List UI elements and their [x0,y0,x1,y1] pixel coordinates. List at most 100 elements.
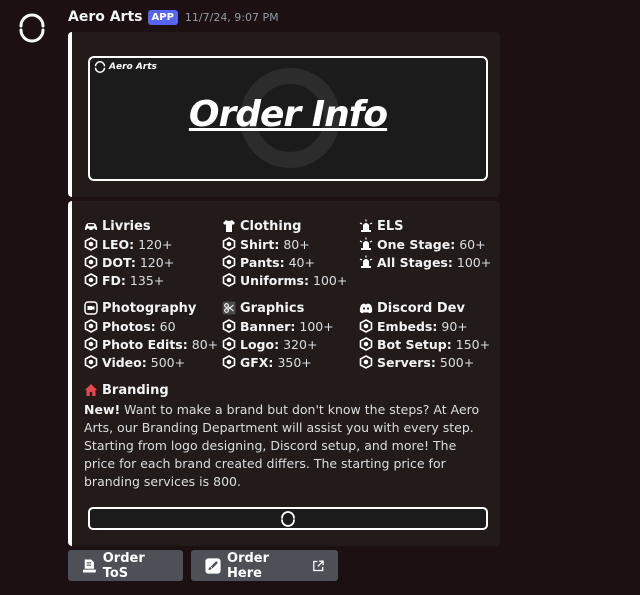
hexagon-bullet-icon [222,319,236,333]
order-here-button[interactable]: Order Here [191,550,338,581]
aero-ring-icon[interactable] [16,12,48,44]
banner-logo: Aero Arts [94,61,157,73]
hexagon-bullet-icon [222,337,236,351]
price-label: LEO: [102,236,135,252]
message-header: Aero Arts APP 11/7/24, 9:07 PM [68,9,279,25]
section-photography: Photography Photos: 60 Photo Edits: 80+ … [84,299,224,371]
section-header: Photography [84,299,224,317]
section-clothing: Clothing Shirt: 80+ Pants: 40+ Uniforms:… [222,217,362,289]
external-link-icon [312,559,324,571]
price-value: 500+ [150,354,186,370]
price-embed: Livries LEO: 120+ DOT: 120+ FD: 135+ Clot… [68,201,500,546]
section-header: Branding [84,381,484,399]
price-line: Bot Setup: 150+ [359,335,499,353]
price-label: One Stage: [377,236,456,252]
price-line: All Stages: 100+ [359,253,499,271]
camera-icon [84,301,98,315]
section-header: Livries [84,217,224,235]
price-value: 100+ [299,318,334,334]
hexagon-bullet-icon [84,255,98,269]
price-line: GFX: 350+ [222,353,362,371]
price-value: 80+ [191,336,219,352]
discord-icon [359,303,373,314]
price-line: Shirt: 80+ [222,235,362,253]
section-livries: Livries LEO: 120+ DOT: 120+ FD: 135+ [84,217,224,289]
price-label: DOT: [102,254,136,270]
section-title: Livries [102,218,151,234]
price-value: 150+ [455,336,491,352]
section-title: Branding [102,382,169,398]
price-label: Photo Edits: [102,336,188,352]
hexagon-bullet-icon [84,355,98,369]
banner-embed: Aero Arts Order Info [68,32,500,197]
section-header: Graphics [222,299,362,317]
price-value: 80+ [283,236,310,252]
siren-icon [359,255,373,268]
section-title: Graphics [240,300,305,316]
price-line: Logo: 320+ [222,335,362,353]
hexagon-bullet-icon [359,319,373,333]
price-value: 135+ [129,272,165,288]
price-value: 500+ [439,354,475,370]
section-graphics: Graphics Banner: 100+ Logo: 320+ GFX: 35… [222,299,362,371]
hexagon-bullet-icon [222,273,236,287]
hexagon-bullet-icon [222,355,236,369]
price-label: Uniforms: [240,272,309,288]
price-line: Banner: 100+ [222,317,362,335]
price-label: Banner: [240,318,296,334]
price-label: Video: [102,354,147,370]
banner-logo-text: Aero Arts [109,62,157,72]
price-value: 40+ [288,254,315,270]
hexagon-bullet-icon [222,237,236,251]
order-tos-label: Order ToS [102,550,145,581]
aero-ring-icon [94,61,106,73]
author-name[interactable]: Aero Arts [68,9,143,25]
siren-icon [359,219,373,232]
section-title: Clothing [240,218,302,234]
price-label: Logo: [240,336,280,352]
price-value: 60 [159,318,176,334]
hexagon-bullet-icon [84,319,98,333]
house-icon [85,384,97,396]
order-tos-button[interactable]: Order ToS [68,550,183,581]
price-value: 120+ [138,236,173,252]
price-line: Video: 500+ [84,353,224,371]
siren-icon [359,237,373,250]
price-value: 320+ [283,336,318,352]
section-discord-dev: Discord Dev Embeds: 90+ Bot Setup: 150+ … [359,299,499,371]
hexagon-bullet-icon [84,237,98,251]
hexagon-bullet-icon [359,355,373,369]
price-label: Pants: [240,254,285,270]
price-value: 60+ [459,236,486,252]
section-header: ELS [359,217,499,235]
section-title: ELS [377,218,404,234]
timestamp: 11/7/24, 9:07 PM [184,10,279,24]
branding-description: New! Want to make a brand but don't know… [84,401,484,491]
section-branding: Branding New! Want to make a brand but d… [84,381,484,491]
section-header: Discord Dev [359,299,499,317]
section-title: Photography [102,300,197,316]
car-icon [85,223,97,232]
price-value: 100+ [456,254,492,270]
price-value: 120+ [139,254,175,270]
price-label: Servers: [377,354,436,370]
price-label: FD: [102,272,126,288]
price-line: Pants: 40+ [222,253,362,271]
footer-logo-bar[interactable] [88,507,488,530]
price-line: DOT: 120+ [84,253,224,271]
price-label: GFX: [240,354,274,370]
price-label: Shirt: [240,236,280,252]
hexagon-bullet-icon [84,337,98,351]
price-line: LEO: 120+ [84,235,224,253]
scissors-icon [222,301,236,315]
order-here-label: Order Here [227,550,270,581]
order-info-banner[interactable]: Aero Arts Order Info [88,56,488,181]
hexagon-bullet-icon [222,255,236,269]
price-label: Photos: [102,318,156,334]
price-line: One Stage: 60+ [359,235,499,253]
new-label: New! [84,402,121,417]
section-header: Clothing [222,217,362,235]
brush-icon [205,557,221,574]
aero-ring-icon [281,510,295,527]
price-line: Uniforms: 100+ [222,271,362,289]
